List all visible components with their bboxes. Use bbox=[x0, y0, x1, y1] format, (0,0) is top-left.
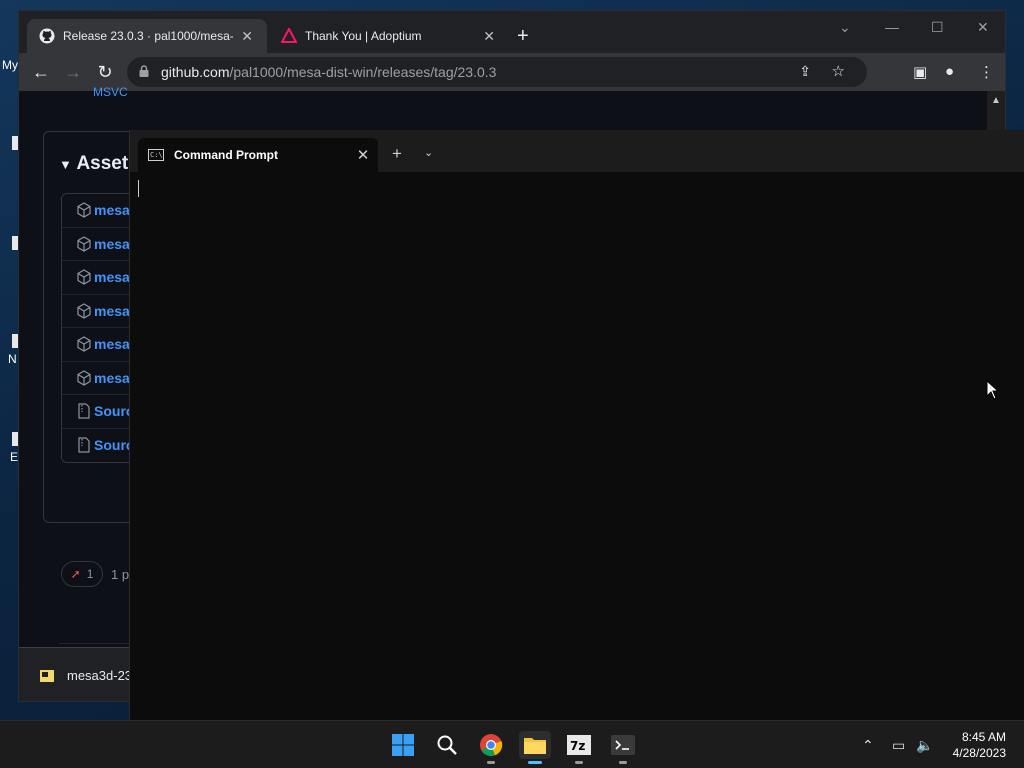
mouse-pointer-icon bbox=[986, 380, 1000, 400]
chrome-icon[interactable] bbox=[477, 731, 505, 759]
reaction-button[interactable]: ➚ 1 bbox=[61, 561, 103, 587]
active-indicator bbox=[528, 761, 542, 764]
window-close-icon[interactable]: ✕ bbox=[977, 19, 989, 36]
close-icon[interactable]: ✕ bbox=[239, 28, 255, 45]
cmd-icon: C:\ bbox=[148, 149, 164, 161]
search-icon[interactable] bbox=[433, 731, 461, 759]
terminal-icon[interactable] bbox=[609, 731, 637, 759]
bookmark-star-icon[interactable]: ☆ bbox=[832, 62, 845, 80]
new-tab-button[interactable]: + bbox=[517, 25, 529, 48]
url-path: /pal1000/mesa-dist-win/releases/tag/23.0… bbox=[229, 64, 497, 80]
github-icon bbox=[39, 28, 55, 44]
lock-icon bbox=[139, 65, 149, 77]
desktop-icon[interactable] bbox=[0, 236, 20, 254]
desktop-icon[interactable]: N bbox=[0, 334, 20, 366]
desktop-icon-label: E bbox=[10, 450, 19, 464]
desktop-icon-my-computer[interactable]: My bbox=[0, 58, 20, 72]
scroll-up-icon[interactable]: ▲ bbox=[987, 95, 1005, 106]
tab-strip: Release 23.0.3 · pal1000/mesa-dist-win ✕… bbox=[19, 11, 1005, 53]
terminal-tab-bar: C:\ Command Prompt ✕ + ⌄ bbox=[130, 130, 1024, 172]
reaction-people: 1 p bbox=[111, 567, 130, 582]
tab-title: Thank You | Adoptium bbox=[305, 29, 422, 43]
desktop-icon[interactable] bbox=[0, 136, 20, 154]
triangle-down-icon: ▼ bbox=[59, 157, 72, 172]
taskbar: 7z ⌃ ▭ 🔈 8:45 AM 4/28/2023 bbox=[0, 720, 1024, 768]
browser-toolbar: ← → ↻ github.com/pal1000/mesa-dist-win/r… bbox=[19, 53, 1005, 91]
package-icon bbox=[77, 236, 91, 252]
forward-icon[interactable]: → bbox=[63, 62, 83, 82]
running-indicator bbox=[575, 761, 583, 764]
reload-icon[interactable]: ↻ bbox=[95, 62, 115, 82]
close-icon[interactable]: ✕ bbox=[348, 146, 378, 164]
package-icon bbox=[77, 202, 91, 218]
running-indicator bbox=[619, 761, 627, 764]
package-icon bbox=[77, 303, 91, 319]
back-icon[interactable]: ← bbox=[31, 62, 51, 82]
desktop-icon-label: My bbox=[2, 58, 18, 72]
file-explorer-icon[interactable] bbox=[519, 731, 551, 759]
svg-text:7z: 7z bbox=[570, 739, 585, 753]
desktop-icon-label: N bbox=[8, 352, 17, 366]
side-panel-icon[interactable]: ▣ bbox=[913, 63, 927, 81]
clock[interactable]: 8:45 AM 4/28/2023 bbox=[953, 729, 1006, 761]
7zip-icon[interactable]: 7z bbox=[565, 731, 593, 759]
tab-github-release[interactable]: Release 23.0.3 · pal1000/mesa-dist-win ✕ bbox=[27, 19, 267, 53]
adoptium-icon bbox=[281, 28, 297, 44]
tab-adoptium[interactable]: Thank You | Adoptium ✕ bbox=[269, 19, 509, 53]
running-indicator bbox=[487, 761, 495, 764]
chevron-down-icon[interactable]: ⌄ bbox=[424, 146, 433, 159]
package-icon bbox=[77, 370, 91, 386]
assets-heading[interactable]: ▼ Assets bbox=[59, 153, 139, 175]
clock-time: 8:45 AM bbox=[961, 730, 1006, 744]
network-icon[interactable]: ▭ bbox=[892, 737, 905, 754]
tab-search-icon[interactable]: ⌄ bbox=[839, 19, 851, 36]
chevron-up-icon[interactable]: ⌃ bbox=[862, 737, 874, 754]
desktop-icon[interactable]: E bbox=[0, 432, 20, 464]
package-icon bbox=[77, 336, 91, 352]
maximize-icon[interactable]: ☐ bbox=[931, 19, 944, 36]
reaction-count: 1 bbox=[86, 567, 94, 581]
link-fragment[interactable]: MSVC bbox=[93, 85, 128, 99]
terminal-tab[interactable]: C:\ Command Prompt ✕ bbox=[138, 138, 378, 172]
file-zip-icon bbox=[78, 437, 90, 453]
terminal-new-tab-button[interactable]: + bbox=[392, 144, 402, 164]
menu-icon[interactable]: ⋮ bbox=[979, 63, 994, 81]
file-zip-icon bbox=[78, 403, 90, 419]
text-cursor bbox=[138, 180, 139, 197]
tab-title: Release 23.0.3 · pal1000/mesa-dist-win bbox=[63, 29, 233, 43]
address-bar[interactable]: github.com/pal1000/mesa-dist-win/release… bbox=[127, 57, 867, 87]
url-host: github.com bbox=[161, 64, 230, 80]
close-icon[interactable]: ✕ bbox=[481, 28, 497, 45]
rocket-icon: ➚ bbox=[70, 567, 81, 581]
minimize-icon[interactable]: — bbox=[885, 19, 899, 35]
clock-date: 4/28/2023 bbox=[952, 746, 1006, 760]
profile-icon[interactable]: ● bbox=[945, 63, 954, 80]
volume-icon[interactable]: 🔈 bbox=[916, 737, 933, 754]
share-icon[interactable]: ⇪ bbox=[799, 63, 811, 80]
download-filename[interactable]: mesa3d-23 bbox=[67, 668, 132, 683]
archive-file-icon bbox=[40, 669, 54, 682]
package-icon bbox=[77, 269, 91, 285]
terminal-tab-title: Command Prompt bbox=[174, 148, 279, 162]
terminal-window: C:\ Command Prompt ✕ + ⌄ bbox=[129, 130, 1024, 720]
start-icon[interactable] bbox=[389, 731, 417, 759]
